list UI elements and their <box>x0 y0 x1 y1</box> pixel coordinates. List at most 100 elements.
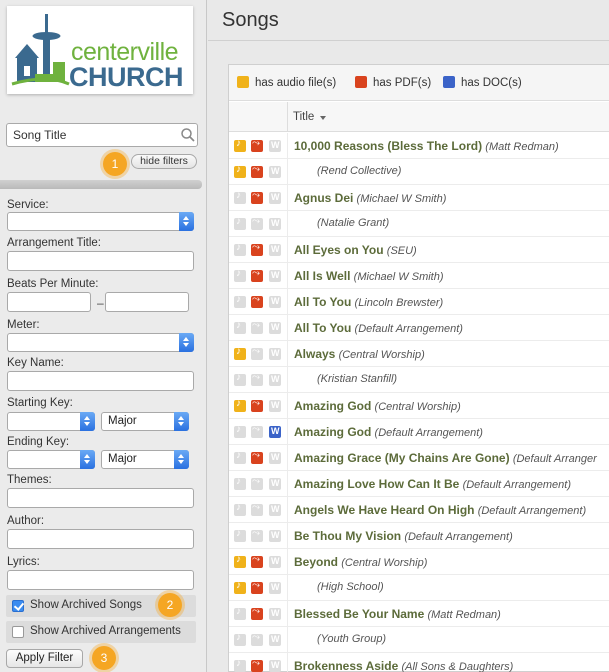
song-title-cell[interactable]: Always (Central Worship) <box>294 347 425 361</box>
service-select[interactable] <box>7 212 194 231</box>
pdf-file-icon[interactable] <box>251 580 263 594</box>
song-title-cell[interactable]: Beyond (Central Worship) <box>294 555 427 569</box>
sort-desc-icon[interactable] <box>320 116 326 120</box>
table-row[interactable]: All To You (Default Arrangement) <box>229 315 609 341</box>
table-row[interactable]: Agnus Dei (Michael W Smith) <box>229 185 609 211</box>
arrangement-name[interactable]: (Default Arrangement) <box>463 479 571 491</box>
table-row[interactable]: (Natalie Grant) <box>229 211 609 237</box>
song-name[interactable]: Be Thou My Vision <box>294 529 401 543</box>
table-row[interactable]: Blessed Be Your Name (Matt Redman) <box>229 601 609 627</box>
search-input[interactable] <box>6 123 198 147</box>
search-icon[interactable] <box>180 127 196 143</box>
song-title-cell[interactable]: Amazing God (Central Worship) <box>294 399 461 413</box>
pdf-file-icon[interactable] <box>251 268 263 282</box>
author-input[interactable] <box>7 529 194 549</box>
starting-key-select[interactable] <box>7 412 95 431</box>
song-title-cell[interactable]: Blessed Be Your Name (Matt Redman) <box>294 607 501 621</box>
song-title-cell[interactable]: All Is Well (Michael W Smith) <box>294 269 444 283</box>
arrangement-name[interactable]: (All Sons & Daughters) <box>401 661 513 672</box>
table-row[interactable]: (High School) <box>229 575 609 601</box>
pdf-file-icon[interactable] <box>251 138 263 152</box>
table-row[interactable]: Amazing Love How Can It Be (Default Arra… <box>229 471 609 497</box>
song-name[interactable]: Brokenness Aside <box>294 659 398 672</box>
song-title-cell[interactable]: Agnus Dei (Michael W Smith) <box>294 191 446 205</box>
arrangement-name[interactable]: (Central Worship) <box>375 401 461 413</box>
arrangement-name[interactable]: (Matt Redman) <box>485 141 558 153</box>
song-title-cell[interactable]: Be Thou My Vision (Default Arrangement) <box>294 529 513 543</box>
pdf-file-icon[interactable] <box>251 606 263 620</box>
meter-select[interactable] <box>7 333 194 352</box>
song-name[interactable]: Amazing Love How Can It Be <box>294 477 459 491</box>
song-name[interactable]: Blessed Be Your Name <box>294 607 424 621</box>
themes-input[interactable] <box>7 488 194 508</box>
audio-file-icon[interactable] <box>234 580 246 594</box>
song-title-cell[interactable]: Amazing God (Default Arrangement) <box>294 425 483 439</box>
table-row[interactable]: 10,000 Reasons (Bless The Lord) (Matt Re… <box>229 133 609 159</box>
song-name[interactable]: Angels We Have Heard On High <box>294 503 475 517</box>
arrangement-name[interactable]: (Kristian Stanfill) <box>317 373 397 385</box>
song-name[interactable]: Amazing Grace (My Chains Are Gone) <box>294 451 510 465</box>
pdf-file-icon[interactable] <box>251 450 263 464</box>
arrangement-name[interactable]: (Natalie Grant) <box>317 217 389 229</box>
table-row[interactable]: All Is Well (Michael W Smith) <box>229 263 609 289</box>
table-row[interactable]: Brokenness Aside (All Sons & Daughters) <box>229 653 609 672</box>
church-logo[interactable]: centerville CHURCH <box>7 6 193 94</box>
arrangement-name[interactable]: (Default Arrangement) <box>404 531 512 543</box>
pdf-file-icon[interactable] <box>251 398 263 412</box>
hide-filters-button[interactable]: hide filters <box>131 154 197 169</box>
song-title-cell[interactable]: All Eyes on You (SEU) <box>294 243 417 257</box>
song-title-cell[interactable]: All To You (Default Arrangement) <box>294 321 463 335</box>
title-column-header[interactable]: Title <box>293 111 314 123</box>
table-row[interactable]: Beyond (Central Worship) <box>229 549 609 575</box>
song-name[interactable]: All To You <box>294 295 351 309</box>
table-row[interactable]: (Rend Collective) <box>229 159 609 185</box>
table-row[interactable]: Amazing God (Default Arrangement) <box>229 419 609 445</box>
song-title-cell[interactable]: (Natalie Grant) <box>317 217 389 229</box>
arrangement-name[interactable]: (Default Arrangement) <box>478 505 586 517</box>
song-title-cell[interactable]: Brokenness Aside (All Sons & Daughters) <box>294 659 513 672</box>
sidebar-divider[interactable] <box>0 180 202 189</box>
song-name[interactable]: Amazing God <box>294 399 371 413</box>
arrangement-name[interactable]: (SEU) <box>387 245 417 257</box>
song-title-cell[interactable]: (Kristian Stanfill) <box>317 373 397 385</box>
table-row[interactable]: (Kristian Stanfill) <box>229 367 609 393</box>
song-title-cell[interactable]: Amazing Grace (My Chains Are Gone) (Defa… <box>294 451 597 465</box>
song-title-cell[interactable]: (Rend Collective) <box>317 165 401 177</box>
key-name-input[interactable] <box>7 371 194 391</box>
song-name[interactable]: Always <box>294 347 335 361</box>
table-row[interactable]: Angels We Have Heard On High (Default Ar… <box>229 497 609 523</box>
apply-filter-button[interactable]: Apply Filter <box>6 649 83 668</box>
song-name[interactable]: All Eyes on You <box>294 243 384 257</box>
bpm-min-input[interactable] <box>7 292 91 312</box>
song-title-cell[interactable]: (Youth Group) <box>317 633 386 645</box>
audio-file-icon[interactable] <box>234 138 246 152</box>
show-archived-arrangements-checkbox[interactable] <box>12 626 24 638</box>
arrangement-name[interactable]: (Default Arrangement) <box>375 427 483 439</box>
table-row[interactable]: Always (Central Worship) <box>229 341 609 367</box>
arrangement-name[interactable]: (Matt Redman) <box>427 609 500 621</box>
ending-mode-select[interactable]: Major <box>101 450 189 469</box>
table-row[interactable]: All To You (Lincoln Brewster) <box>229 289 609 315</box>
song-title-cell[interactable]: All To You (Lincoln Brewster) <box>294 295 443 309</box>
show-archived-arrangements-row[interactable]: Show Archived Arrangements <box>6 621 196 643</box>
bpm-max-input[interactable] <box>105 292 189 312</box>
table-row[interactable]: Be Thou My Vision (Default Arrangement) <box>229 523 609 549</box>
show-archived-songs-checkbox[interactable] <box>12 600 24 612</box>
lyrics-input[interactable] <box>7 570 194 590</box>
table-row[interactable]: Amazing God (Central Worship) <box>229 393 609 419</box>
ending-key-select[interactable] <box>7 450 95 469</box>
starting-mode-select[interactable]: Major <box>101 412 189 431</box>
song-name[interactable]: 10,000 Reasons (Bless The Lord) <box>294 139 482 153</box>
song-title-cell[interactable]: 10,000 Reasons (Bless The Lord) (Matt Re… <box>294 139 559 153</box>
arrangement-name[interactable]: (Lincoln Brewster) <box>355 297 444 309</box>
arrangement-name[interactable]: (High School) <box>317 581 384 593</box>
song-title-cell[interactable]: Angels We Have Heard On High (Default Ar… <box>294 503 586 517</box>
arrangement-title-input[interactable] <box>7 251 194 271</box>
table-row[interactable]: (Youth Group) <box>229 627 609 653</box>
arrangement-name[interactable]: (Default Arranger <box>513 453 597 465</box>
pdf-file-icon[interactable] <box>251 294 263 308</box>
pdf-file-icon[interactable] <box>251 554 263 568</box>
table-row[interactable]: Amazing Grace (My Chains Are Gone) (Defa… <box>229 445 609 471</box>
song-name[interactable]: Amazing God <box>294 425 371 439</box>
audio-file-icon[interactable] <box>234 346 246 360</box>
